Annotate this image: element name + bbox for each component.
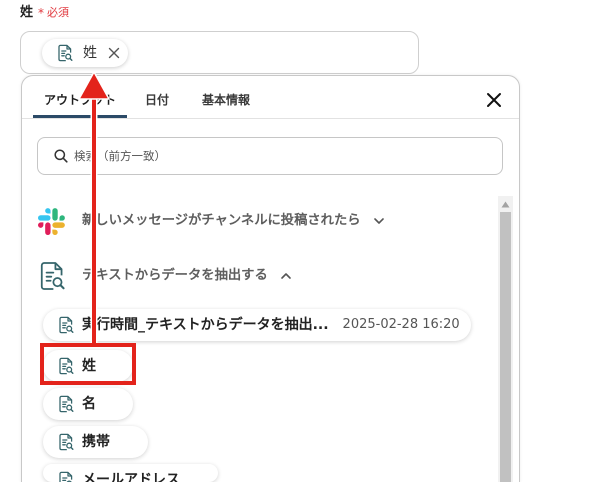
field-label: 姓 * 必須 bbox=[20, 4, 69, 22]
search-field[interactable] bbox=[37, 137, 503, 175]
section-text-extraction[interactable]: テキストからデータを抽出する bbox=[38, 261, 292, 291]
doc-search-icon bbox=[59, 471, 73, 482]
doc-search-icon bbox=[59, 316, 74, 334]
chevron-up-icon bbox=[280, 273, 291, 279]
output-item-mobile[interactable]: 携帯 bbox=[43, 426, 148, 458]
chevron-down-icon bbox=[373, 218, 384, 224]
tabs-divider bbox=[22, 118, 519, 119]
section-slack-trigger[interactable]: 新しいメッセージがチャンネルに投稿されたら bbox=[38, 207, 385, 235]
selected-variable-label: 姓 bbox=[83, 45, 97, 61]
scrollbar[interactable] bbox=[498, 196, 513, 482]
tab-date[interactable]: 日付 bbox=[130, 76, 184, 118]
selected-variable-chip[interactable]: 姓 bbox=[42, 39, 128, 67]
item-value: 2025-02-28 16:20 bbox=[342, 317, 460, 332]
doc-search-icon bbox=[59, 433, 74, 451]
scrollbar-thumb[interactable] bbox=[500, 212, 511, 482]
section-title: テキストからデータを抽出する bbox=[82, 268, 268, 283]
panel-close-button[interactable] bbox=[486, 92, 502, 108]
required-mark: * bbox=[38, 6, 45, 20]
slack-icon bbox=[38, 207, 65, 235]
chip-remove-button[interactable] bbox=[108, 47, 120, 59]
section-title: 新しいメッセージがチャンネルに投稿されたら bbox=[82, 213, 361, 228]
close-icon bbox=[487, 93, 501, 107]
variable-picker-panel: アウトプット 日付 基本情報 新しいメッセージがチャンネルに投稿されたら bbox=[21, 75, 520, 482]
doc-search-icon bbox=[40, 262, 65, 290]
tab-output[interactable]: アウトプット bbox=[33, 76, 127, 118]
item-label: 携帯 bbox=[82, 434, 110, 450]
item-label: 姓 bbox=[82, 358, 96, 374]
doc-search-icon bbox=[59, 395, 74, 413]
search-input[interactable] bbox=[38, 138, 502, 174]
scroll-up-arrow-icon[interactable] bbox=[501, 201, 510, 208]
tab-basic-info[interactable]: 基本情報 bbox=[190, 76, 262, 118]
variable-input-field[interactable]: 姓 bbox=[20, 31, 419, 74]
item-label: メールアドレス bbox=[82, 472, 180, 482]
doc-search-icon bbox=[59, 357, 74, 375]
output-item-email[interactable]: メールアドレス bbox=[43, 464, 218, 482]
output-item-execution-time[interactable]: 実行時間_テキストからデータを抽出... 2025-02-28 16:20 bbox=[43, 309, 471, 341]
doc-search-icon bbox=[58, 44, 73, 62]
output-item-first-name[interactable]: 名 bbox=[43, 388, 133, 420]
item-label: 名 bbox=[82, 396, 96, 412]
close-icon bbox=[108, 47, 120, 59]
required-text: 必須 bbox=[47, 6, 70, 19]
item-label: 実行時間_テキストからデータを抽出... bbox=[82, 317, 329, 333]
output-item-last-name[interactable]: 姓 bbox=[43, 350, 133, 382]
field-label-text: 姓 bbox=[20, 5, 34, 20]
